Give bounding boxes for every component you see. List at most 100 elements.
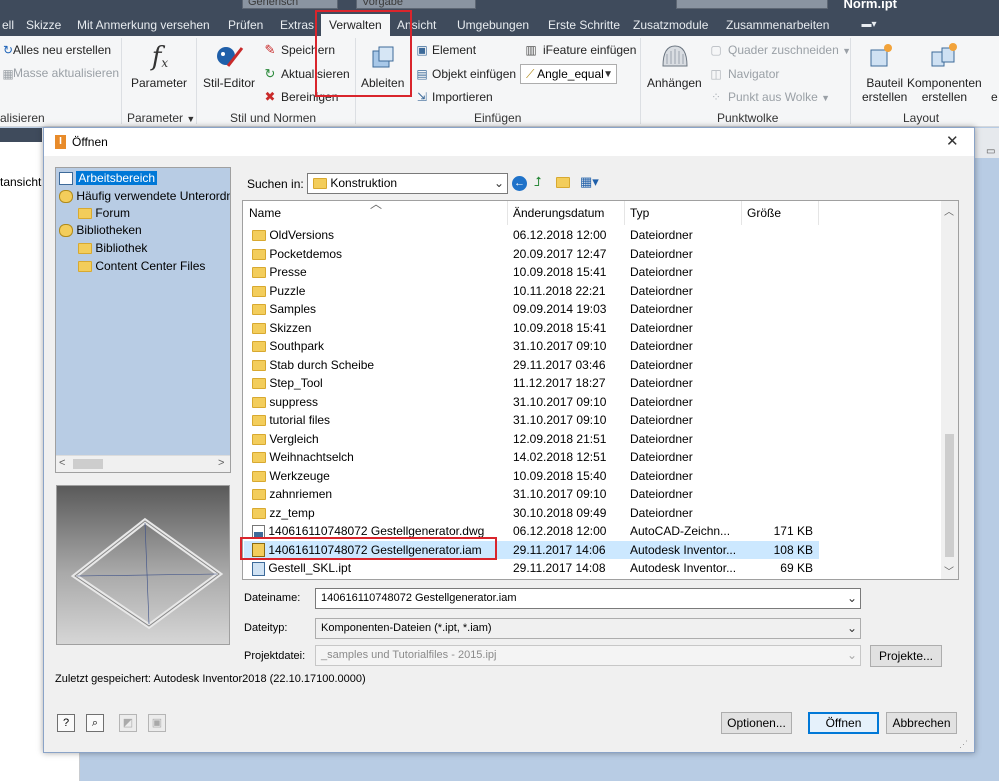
style-dropdown[interactable]: Generisch [242,0,338,9]
file-row[interactable]: tutorial files 31.10.2017 09:10 Dateiordne… [244,411,819,430]
projektdatei-dropdown[interactable]: _samples und Tutorialfiles - 2015.ipj ⌄ [315,645,861,666]
stil-editor-button[interactable]: Stil-Editor [203,76,255,90]
quader-button[interactable]: Quader zuschneiden ▼ [728,43,851,57]
objekt-einfuegen-button[interactable]: Objekt einfügen [432,67,516,81]
tab-erste-schritte[interactable]: Erste Schritte [548,14,620,36]
file-type: Dateiordner [630,468,693,483]
create-components-icon[interactable] [928,41,958,71]
file-row[interactable]: zz_temp 30.10.2018 09:49 Dateiordner [244,504,819,523]
view-menu-icon[interactable]: ▦▾ [580,174,599,190]
alles-neu-button[interactable]: Alles neu erstellen [13,43,111,57]
file-row[interactable]: Skizzen 10.09.2018 15:41 Dateiordner [244,319,819,338]
tab-skizze[interactable]: Skizze [26,14,61,36]
file-row[interactable]: OldVersions 06.12.2018 12:00 Dateiordner [244,226,819,245]
file-row[interactable]: Gestell_SKL.ipt 29.11.2017 14:08 Autodesk … [244,559,819,578]
dateityp-dropdown[interactable]: Komponenten-Dateien (*.ipt, *.iam) ⌄ [315,618,861,639]
column-type[interactable]: Typ [625,201,742,225]
parameter-button[interactable]: Parameter [131,76,187,90]
tree-item-haeufig[interactable]: Häufig verwendete Unterordn [59,187,230,205]
komponenten-erstellen-button[interactable]: Komponenten erstellen [907,76,982,104]
file-row[interactable]: Presse 10.09.2018 15:41 Dateiordner [244,263,819,282]
tab-pruefen[interactable]: Prüfen [228,14,263,36]
scroll-up-icon[interactable]: ︿ [944,203,954,218]
angle-equal-dropdown[interactable]: ⟋ Angle_equal ▼ [520,64,617,84]
tab-anmerkung[interactable]: Mit Anmerkung versehen [77,14,210,36]
file-row[interactable]: Weihnachtselch 14.02.2018 12:51 Dateiordne… [244,448,819,467]
file-list-scroll-thumb[interactable] [945,434,954,557]
tree-item-bibliothek[interactable]: Bibliothek [78,239,147,257]
file-row[interactable]: Vergleich 12.09.2018 21:51 Dateiordner [244,430,819,449]
tab-zusammenarbeiten[interactable]: Zusammenarbeiten [726,14,829,36]
suchen-in-dropdown[interactable]: Konstruktion ⌄ [307,173,508,194]
column-size[interactable]: Größe [742,201,819,225]
column-date[interactable]: Änderungsdatum [508,201,625,225]
close-icon[interactable]: ✕ [946,132,959,150]
file-name: OldVersions [269,228,335,242]
oeffnen-button[interactable]: Öffnen [808,712,879,734]
scroll-right-icon[interactable]: > [218,457,224,469]
file-row[interactable]: Pocketdemos 20.09.2017 12:47 Dateiordner [244,245,819,264]
tab-zusatzmodule[interactable]: Zusatzmodule [633,14,708,36]
appearance-dropdown[interactable]: Vorgabe [356,0,476,9]
file-row[interactable]: suppress 31.10.2017 09:10 Dateiordner [244,393,819,412]
options-grid-icon[interactable]: ▣ [148,714,166,732]
file-size: 171 KB [773,524,813,538]
file-row[interactable]: zahnriemen 31.10.2017 09:10 Dateiordner [244,485,819,504]
projekte-button[interactable]: Projekte... [870,645,942,667]
element-button[interactable]: Element [432,43,476,57]
preview-toggle-icon[interactable]: ◩ [119,714,137,732]
punkt-aus-wolke-button[interactable]: Punkt aus Wolke ▼ [728,90,830,104]
abbrechen-button[interactable]: Abbrechen [886,712,957,734]
resize-grip-icon[interactable]: ⋰ [959,739,968,750]
file-row[interactable]: Samples 09.09.2014 19:03 Dateiordner [244,300,819,319]
find-icon[interactable]: ⌕ [86,714,104,732]
masse-button[interactable]: Masse aktualisieren [13,66,119,80]
optionen-button[interactable]: Optionen... [721,712,792,734]
folder-icon [252,230,266,242]
file-name: Gestell_SKL.ipt [268,561,352,575]
tree-item-content-center[interactable]: Content Center Files [78,257,205,275]
help-icon[interactable]: ? [57,714,75,732]
scroll-down-icon[interactable]: ﹀ [944,563,954,578]
style-editor-icon[interactable] [212,40,246,74]
back-icon[interactable]: ← [512,176,527,191]
file-type: Dateiordner [630,394,693,409]
panel-options-icon[interactable]: ▬▾ [858,14,880,36]
file-row[interactable]: Stab durch Scheibe 29.11.2017 03:46 Dateio… [244,356,819,375]
parameter-fx-icon[interactable]: fx [143,40,177,74]
tab-ell[interactable]: ell [2,14,14,36]
ifeature-button[interactable]: iFeature einfügen [543,43,636,57]
folder-icon [252,470,266,482]
file-row[interactable]: Southpark 31.10.2017 09:10 Dateiordner [244,337,819,356]
tree-hscrollbar[interactable]: < > [56,455,230,472]
tab-extras[interactable]: Extras [280,14,314,36]
new-folder-icon[interactable] [556,175,570,189]
dialog-title-bar: I Öffnen ✕ [44,128,974,156]
tree-hscroll-thumb[interactable] [73,459,103,469]
file-type: Autodesk Inventor... [630,542,737,557]
minimize-icon[interactable]: ▭ [986,146,995,157]
navigator-button[interactable]: Navigator [728,67,779,81]
file-row[interactable]: Step_Tool 11.12.2017 18:27 Dateiordner [244,374,819,393]
importieren-button[interactable]: Importieren [432,90,493,104]
scroll-left-icon[interactable]: < [59,457,65,469]
file-list-vscrollbar[interactable]: ︿ ﹀ [941,201,958,579]
file-type: Dateiordner [630,339,693,353]
bauteil-erstellen-button[interactable]: Bauteil erstellen [862,76,907,104]
tree-item-bibliotheken[interactable]: Bibliotheken [59,221,142,239]
file-row[interactable]: Puzzle 10.11.2018 22:21 Dateiordner [244,282,819,301]
tab-umgebungen[interactable]: Umgebungen [457,14,529,36]
create-part-icon[interactable] [865,41,895,71]
attach-point-cloud-icon[interactable] [658,41,690,73]
tree-item-arbeitsbereich[interactable]: Arbeitsbereich [59,169,158,187]
up-folder-icon[interactable]: ⮥ [534,174,542,190]
anhaengen-button[interactable]: Anhängen [647,76,702,90]
file-type: Dateiordner [630,246,693,261]
dateiname-input[interactable]: 140616110748072 Gestellgenerator.iam ⌄ [315,588,861,609]
update-styles-icon: ↻ [264,66,276,81]
tree-item-forum[interactable]: Forum [78,204,130,222]
file-type: Dateiordner [630,376,693,390]
file-row[interactable]: Werkzeuge 10.09.2018 15:40 Dateiordner [244,467,819,486]
blank-dropdown[interactable] [676,0,828,9]
file-name: tutorial files [269,413,331,427]
